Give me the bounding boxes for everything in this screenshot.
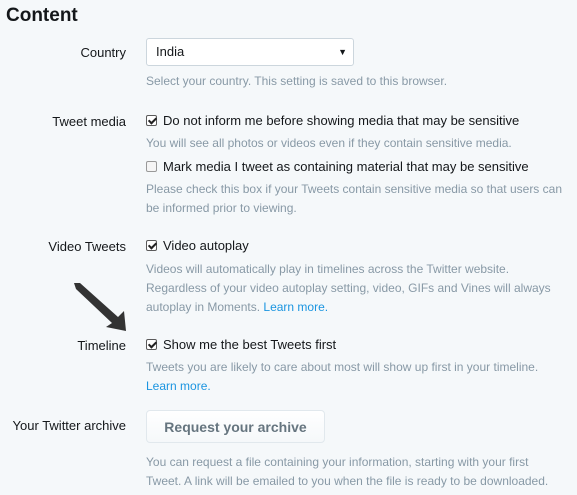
country-select[interactable]: India ▼ [146, 38, 354, 66]
sensitive-media-option[interactable]: Do not inform me before showing media th… [146, 113, 519, 128]
video-autoplay-option[interactable]: Video autoplay [146, 238, 249, 253]
video-autoplay-checkbox[interactable] [146, 240, 157, 251]
mark-media-help-line1: Please check this box if your Tweets con… [146, 182, 562, 196]
archive-help-line1: You can request a file containing your i… [146, 455, 529, 469]
mark-media-option[interactable]: Mark media I tweet as containing materia… [146, 159, 529, 174]
video-autoplay-label: Video autoplay [163, 238, 249, 253]
country-select-value: India [156, 44, 185, 59]
video-tweets-label: Video Tweets [48, 239, 126, 254]
mark-media-label: Mark media I tweet as containing materia… [163, 159, 529, 174]
video-help-line1: Videos will automatically play in timeli… [146, 262, 510, 276]
video-learn-more-link[interactable]: Learn more. [263, 300, 328, 314]
mark-media-checkbox[interactable] [146, 161, 157, 172]
sensitive-media-checkbox[interactable] [146, 115, 157, 126]
video-help-line2: Regardless of your video autoplay settin… [146, 281, 551, 295]
tweet-media-label: Tweet media [52, 114, 126, 129]
sensitive-media-label: Do not inform me before showing media th… [163, 113, 520, 128]
timeline-learn-more-link[interactable]: Learn more. [146, 379, 211, 393]
timeline-label: Timeline [77, 338, 126, 353]
arrow-pointer-icon [74, 283, 126, 331]
video-autoplay-help: Videos will automatically play in timeli… [146, 260, 571, 317]
timeline-help-line1: Tweets you are likely to care about most… [146, 360, 539, 374]
sensitive-media-help: You will see all photos or videos even i… [146, 136, 512, 150]
chevron-down-icon: ▼ [338, 47, 347, 57]
mark-media-help-line2: be informed prior to viewing. [146, 201, 297, 215]
request-archive-button[interactable]: Request your archive [146, 410, 325, 443]
best-tweets-option[interactable]: Show me the best Tweets first [146, 337, 336, 352]
country-label: Country [80, 45, 126, 60]
video-help-line3-text: autoplay in Moments. [146, 300, 264, 314]
country-help: Select your country. This setting is sav… [146, 74, 448, 88]
mark-media-help: Please check this box if your Tweets con… [146, 180, 571, 218]
section-title: Content [6, 5, 78, 26]
video-help-line3: autoplay in Moments. Learn more. [146, 298, 571, 317]
best-tweets-label: Show me the best Tweets first [163, 337, 337, 352]
archive-help: You can request a file containing your i… [146, 453, 571, 491]
archive-label: Your Twitter archive [12, 418, 126, 433]
best-tweets-checkbox[interactable] [146, 339, 157, 350]
archive-help-line2: Tweet. A link will be emailed to you whe… [146, 474, 549, 488]
timeline-help: Tweets you are likely to care about most… [146, 358, 571, 396]
